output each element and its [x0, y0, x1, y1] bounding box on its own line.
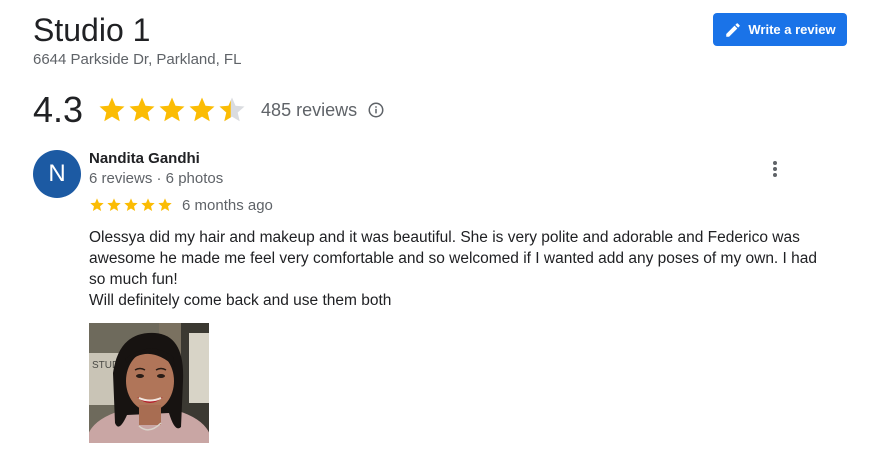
- review-stars: [89, 197, 173, 213]
- review-rating: 6 months ago: [89, 195, 273, 215]
- review-text-line: Olessya did my hair and makeup and it wa…: [89, 229, 818, 288]
- avatar-initial: N: [48, 160, 66, 187]
- star-partial-icon: [219, 97, 245, 122]
- review-time: 6 months ago: [182, 196, 273, 214]
- rating-summary: 4.3 485 reviews: [33, 88, 385, 132]
- selfie-photo-image: STUD: [89, 323, 209, 443]
- rating-stars: [97, 95, 247, 125]
- star-full-icon: [90, 198, 104, 211]
- info-icon[interactable]: [367, 101, 385, 119]
- star-full-icon: [189, 97, 215, 122]
- star-full-icon: [129, 97, 155, 122]
- write-review-label: Write a review: [748, 22, 836, 37]
- more-vert-icon[interactable]: [763, 157, 787, 181]
- rating-score: 4.3: [33, 89, 84, 130]
- review-photo[interactable]: STUD: [89, 323, 209, 443]
- avatar[interactable]: N: [33, 150, 81, 198]
- reviewer-meta: 6 reviews · 6 photos: [89, 170, 224, 187]
- pencil-icon: [726, 22, 741, 37]
- review-text: Olessya did my hair and makeup and it wa…: [89, 227, 819, 311]
- star-full-icon: [158, 198, 172, 211]
- star-full-icon: [124, 198, 138, 211]
- review-count[interactable]: 485 reviews: [261, 100, 357, 121]
- star-full-icon: [99, 97, 125, 122]
- reviewer-name[interactable]: Nandita Gandhi: [89, 150, 200, 167]
- business-title: Studio 1: [33, 12, 151, 48]
- star-full-icon: [159, 97, 185, 122]
- business-address: 6644 Parkside Dr, Parkland, FL: [33, 51, 242, 68]
- write-review-button[interactable]: Write a review: [713, 13, 847, 46]
- review-text-line: Will definitely come back and use them b…: [89, 292, 392, 309]
- star-full-icon: [141, 198, 155, 211]
- star-full-icon: [107, 198, 121, 211]
